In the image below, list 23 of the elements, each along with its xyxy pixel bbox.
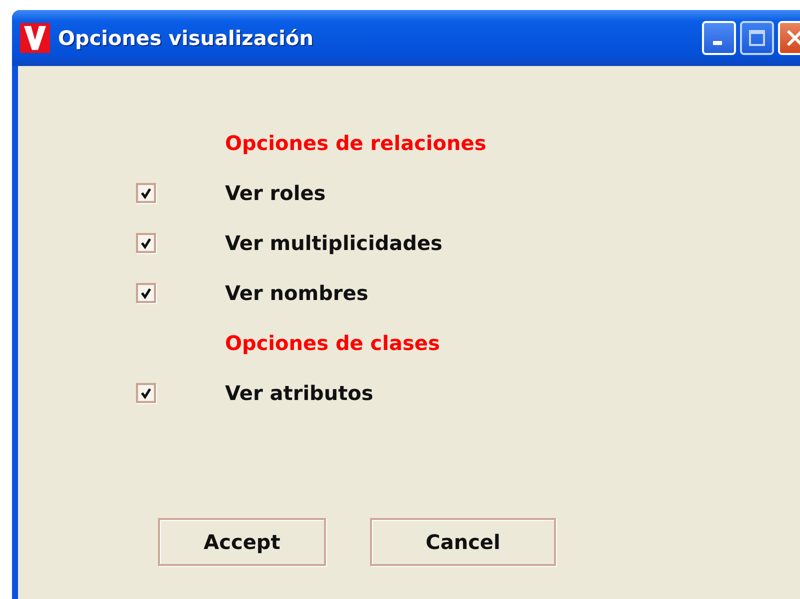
accept-button[interactable]: Accept (158, 518, 326, 566)
section-heading: Opciones de clases (225, 331, 440, 355)
maximize-icon (748, 29, 766, 47)
checkmark-icon (140, 187, 152, 199)
checkbox-label[interactable]: Ver atributos (225, 381, 374, 405)
checkmark-icon (140, 387, 152, 399)
checkmark-icon (140, 287, 152, 299)
section-heading: Opciones de relaciones (225, 131, 486, 155)
checkbox[interactable] (136, 383, 156, 403)
checkbox-label[interactable]: Ver multiplicidades (225, 231, 442, 255)
checkbox-label[interactable]: Ver roles (225, 181, 326, 205)
minimize-icon (712, 41, 722, 45)
minimize-button[interactable] (702, 21, 736, 55)
checkbox[interactable] (136, 283, 156, 303)
window-title: Opciones visualización (58, 26, 315, 50)
cancel-button[interactable]: Cancel (370, 518, 556, 566)
maximize-button[interactable] (740, 21, 774, 55)
checkbox[interactable] (136, 233, 156, 253)
app-logo-icon (20, 23, 50, 53)
checkbox-label[interactable]: Ver nombres (225, 281, 368, 305)
checkbox[interactable] (136, 183, 156, 203)
checkmark-icon (140, 237, 152, 249)
close-icon (785, 28, 800, 48)
